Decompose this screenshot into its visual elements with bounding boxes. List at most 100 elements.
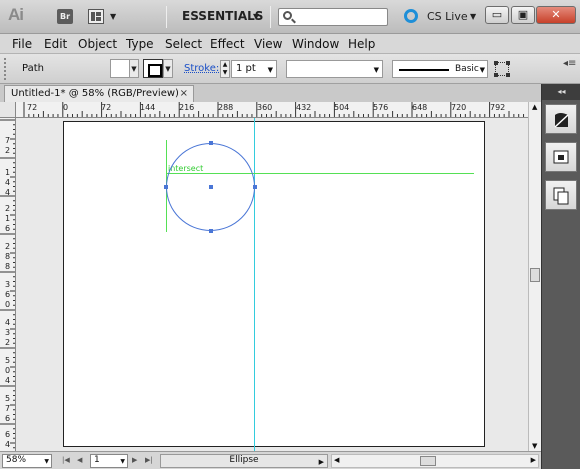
artboard[interactable] bbox=[63, 121, 485, 447]
stroke-swatch[interactable] bbox=[143, 59, 163, 78]
selection-type-label: Path bbox=[22, 63, 44, 74]
ruler-label: 0 bbox=[5, 300, 11, 309]
ruler-label: 8 bbox=[5, 262, 11, 271]
ruler-label: 6 bbox=[5, 290, 11, 299]
anchor-point[interactable] bbox=[253, 185, 257, 189]
menu-edit[interactable]: Edit bbox=[44, 37, 67, 51]
menu-object[interactable]: Object bbox=[78, 37, 117, 51]
arrange-documents-icon[interactable] bbox=[88, 9, 104, 24]
document-tab-bar: Untitled-1* @ 58% (RGB/Preview) × bbox=[0, 84, 543, 102]
vertical-guide[interactable] bbox=[254, 118, 255, 451]
bridge-button[interactable]: Br bbox=[57, 9, 73, 24]
variable-width-profile[interactable]: ▼ bbox=[286, 60, 383, 78]
search-input[interactable] bbox=[278, 8, 388, 26]
zoom-value: 58% bbox=[6, 455, 27, 465]
chevron-down-icon[interactable]: ▼ bbox=[480, 66, 485, 74]
ruler-label: 7 bbox=[5, 136, 11, 145]
horizontal-ruler[interactable]: 72 0 72 144 216 288 360 432 504 576 648 … bbox=[16, 102, 528, 118]
menu-select[interactable]: Select bbox=[165, 37, 202, 51]
chevron-down-icon[interactable]: ▼ bbox=[374, 66, 379, 74]
chevron-down-icon[interactable]: ▼ bbox=[110, 12, 116, 21]
ruler-label: 5 bbox=[5, 356, 11, 365]
ruler-label: 2 bbox=[5, 204, 11, 213]
close-icon[interactable]: × bbox=[180, 88, 188, 99]
ruler-label: 4 bbox=[5, 440, 11, 449]
stroke-weight-field[interactable]: 1 pt ▼ bbox=[231, 60, 277, 78]
anchor-point[interactable] bbox=[209, 229, 213, 233]
artboard-number-field[interactable]: 1 ▼ bbox=[90, 454, 128, 468]
stroke-dropdown-icon[interactable]: ▼ bbox=[163, 59, 173, 78]
stroke-weight-stepper[interactable]: ▲ ▼ bbox=[220, 60, 230, 78]
panel-grip[interactable] bbox=[4, 58, 8, 80]
menu-window[interactable]: Window bbox=[292, 37, 339, 51]
fill-swatch[interactable] bbox=[110, 59, 130, 78]
vertical-scrollbar[interactable]: ▲ ▼ bbox=[528, 102, 541, 451]
collapse-panels-icon[interactable]: ◂◂ bbox=[542, 84, 580, 100]
previous-artboard-icon[interactable]: ◀ bbox=[77, 456, 82, 464]
chevron-down-icon[interactable]: ▼ bbox=[470, 12, 476, 21]
scroll-right-icon[interactable]: ▶ bbox=[531, 456, 536, 464]
control-panel: Path ▼ ▼ Stroke: ▲ ▼ 1 pt ▼ ▼ Basic ▼ bbox=[0, 54, 580, 84]
artboard-number: 1 bbox=[94, 455, 100, 465]
ruler-label: 216 bbox=[179, 103, 195, 112]
appearance-panel-glyph bbox=[553, 150, 569, 164]
ruler-label: 4 bbox=[5, 178, 11, 187]
status-display[interactable]: Ellipse ▶ bbox=[160, 454, 328, 468]
application-bar: Ai Br ▼ ESSENTIALS ▼ CS Live ▼ ▭ ▣ ✕ bbox=[0, 0, 580, 34]
menu-type[interactable]: Type bbox=[126, 37, 154, 51]
status-menu-icon[interactable]: ▶ bbox=[319, 458, 324, 466]
close-button[interactable]: ✕ bbox=[536, 6, 576, 24]
first-artboard-icon[interactable]: |◀ bbox=[62, 456, 70, 464]
zoom-field[interactable]: 58% ▼ bbox=[2, 454, 52, 468]
appearance-panel-icon[interactable] bbox=[545, 142, 577, 172]
horizontal-scrollbar[interactable]: ◀ ▶ bbox=[331, 454, 539, 468]
fill-dropdown-icon[interactable]: ▼ bbox=[129, 59, 139, 78]
restore-button[interactable]: ▣ bbox=[511, 6, 535, 24]
scroll-up-icon[interactable]: ▲ bbox=[532, 103, 537, 111]
ruler-label: 7 bbox=[5, 404, 11, 413]
ruler-label: 72 bbox=[27, 103, 38, 112]
anchor-point[interactable] bbox=[164, 185, 168, 189]
menu-view[interactable]: View bbox=[254, 37, 282, 51]
workspace-switcher[interactable]: ESSENTIALS bbox=[182, 9, 263, 23]
ruler-label: 792 bbox=[490, 103, 506, 112]
ruler-label: 504 bbox=[334, 103, 350, 112]
scroll-left-icon[interactable]: ◀ bbox=[334, 456, 339, 464]
ruler-label: 720 bbox=[451, 103, 467, 112]
layers-panel-icon[interactable] bbox=[545, 180, 577, 210]
menu-file[interactable]: File bbox=[12, 37, 32, 51]
document-tab[interactable]: Untitled-1* @ 58% (RGB/Preview) × bbox=[4, 85, 194, 102]
center-point[interactable] bbox=[209, 185, 213, 189]
last-artboard-icon[interactable]: ▶| bbox=[145, 456, 153, 464]
anchor-point[interactable] bbox=[209, 141, 213, 145]
workspace-dropdown-icon[interactable]: ▼ bbox=[253, 12, 259, 21]
cs-live-icon[interactable] bbox=[404, 9, 418, 23]
brush-stroke-preview bbox=[399, 69, 449, 71]
stroke-weight-value: 1 pt bbox=[236, 63, 256, 74]
minimize-button[interactable]: ▭ bbox=[485, 6, 509, 24]
panel-menu-icon[interactable]: ◂≡ bbox=[563, 58, 576, 69]
next-artboard-icon[interactable]: ▶ bbox=[132, 456, 137, 464]
ruler-label: 3 bbox=[5, 280, 11, 289]
scroll-thumb[interactable] bbox=[420, 456, 436, 466]
ruler-label: 6 bbox=[5, 430, 11, 439]
cs-live-menu[interactable]: CS Live bbox=[427, 10, 468, 23]
toolbar-divider bbox=[270, 6, 271, 28]
scroll-thumb[interactable] bbox=[530, 268, 540, 282]
stroke-panel-icon[interactable] bbox=[545, 104, 577, 134]
brush-label: Basic bbox=[455, 64, 479, 74]
menu-help[interactable]: Help bbox=[348, 37, 375, 51]
brush-definition[interactable]: Basic ▼ bbox=[392, 60, 488, 78]
scroll-down-icon[interactable]: ▼ bbox=[532, 442, 537, 450]
stroke-panel-link[interactable]: Stroke: bbox=[184, 63, 219, 74]
ruler-label: 6 bbox=[5, 414, 11, 423]
chevron-down-icon[interactable]: ▼ bbox=[120, 458, 125, 465]
vertical-ruler[interactable]: 7 2 1 4 4 2 1 6 2 8 8 3 6 0 4 3 2 5 0 4 … bbox=[0, 118, 16, 451]
transform-icon[interactable] bbox=[494, 61, 509, 77]
menu-effect[interactable]: Effect bbox=[210, 37, 245, 51]
ruler-origin[interactable] bbox=[0, 102, 16, 118]
ruler-label: 0 bbox=[5, 366, 11, 375]
chevron-down-icon[interactable]: ▼ bbox=[268, 66, 273, 74]
chevron-down-icon[interactable]: ▼ bbox=[44, 458, 49, 465]
document-canvas[interactable]: intersect bbox=[16, 118, 528, 451]
